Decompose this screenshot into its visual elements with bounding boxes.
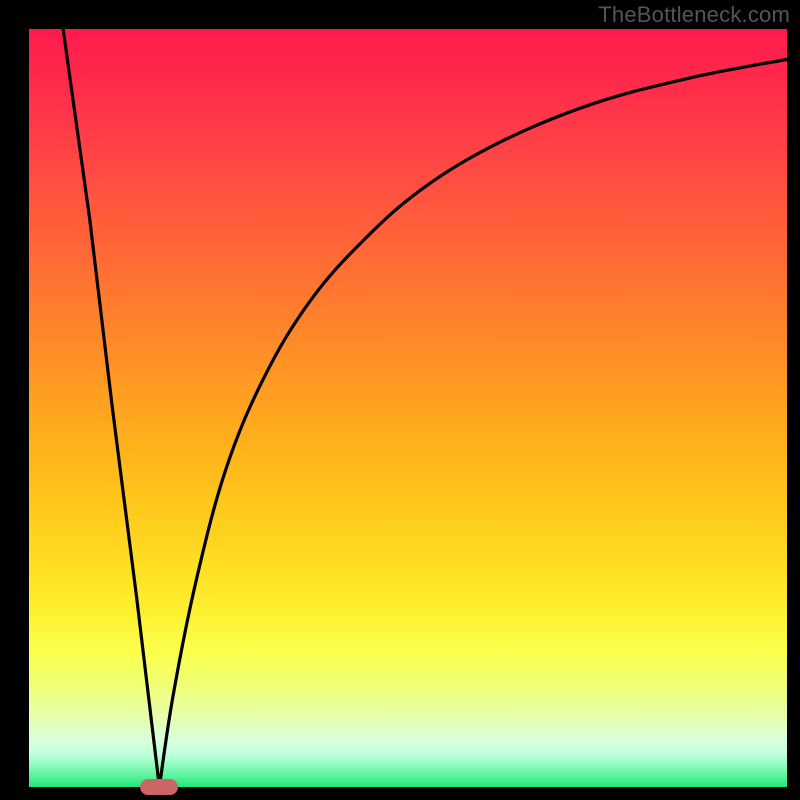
curve-right-branch [159, 59, 787, 787]
optimal-marker [140, 779, 178, 795]
bottleneck-chart: TheBottleneck.com [0, 0, 800, 800]
plot-area [29, 29, 787, 787]
watermark-text: TheBottleneck.com [598, 2, 790, 28]
curve-left-branch [63, 29, 159, 787]
curve-layer [29, 29, 787, 787]
